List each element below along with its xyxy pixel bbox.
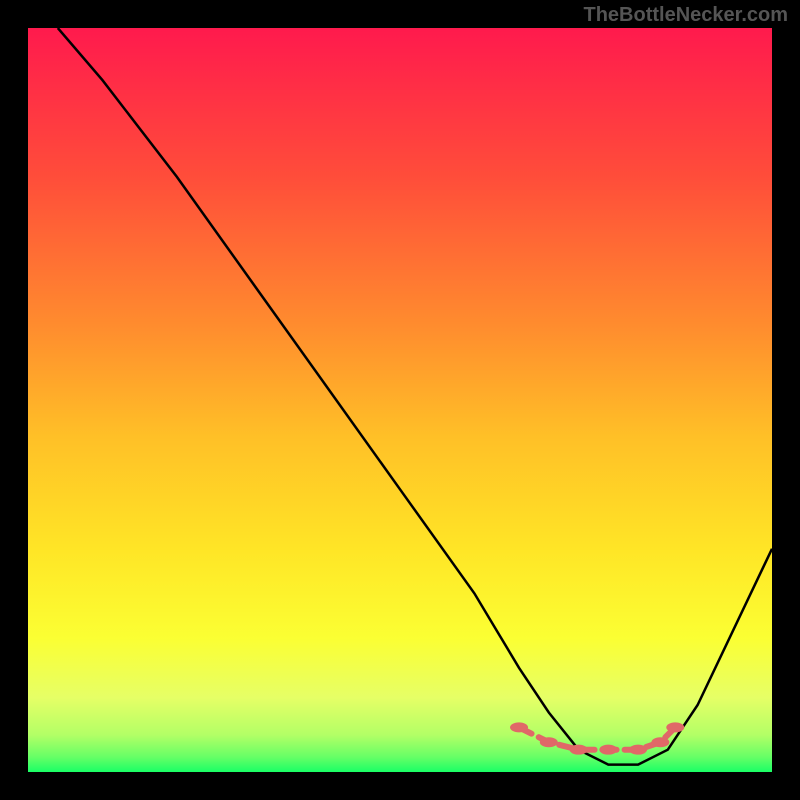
chart-svg <box>28 28 772 772</box>
watermark-text: TheBottleNecker.com <box>583 4 788 27</box>
marker-dot <box>666 722 684 732</box>
chart-container <box>28 28 772 772</box>
gradient-background <box>28 28 772 772</box>
marker-dot <box>599 745 617 755</box>
marker-dot <box>570 745 588 755</box>
marker-dot <box>629 745 647 755</box>
marker-dot <box>651 737 669 747</box>
marker-dot <box>510 722 528 732</box>
marker-dot <box>540 737 558 747</box>
